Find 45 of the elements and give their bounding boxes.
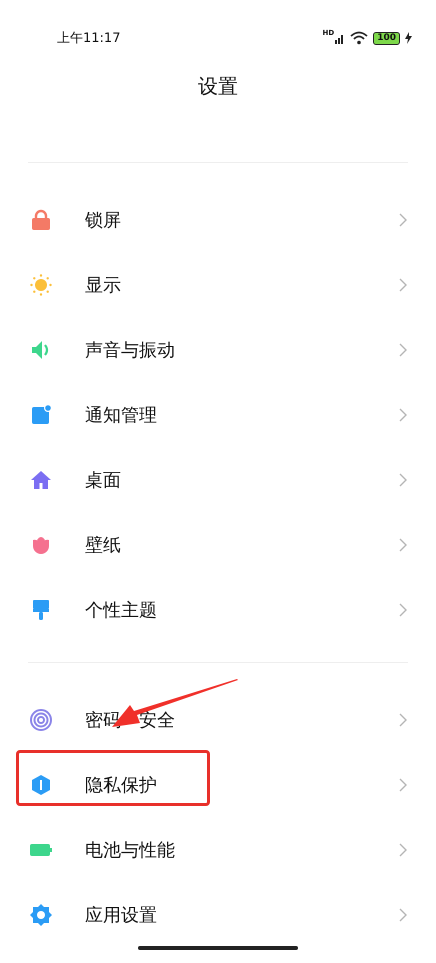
chevron-right-icon <box>399 278 407 292</box>
chevron-right-icon <box>399 712 407 726</box>
sun-icon <box>29 272 53 296</box>
item-label: 桌面 <box>85 468 121 492</box>
settings-item[interactable]: 锁屏 <box>0 187 436 252</box>
item-label: 声音与振动 <box>85 338 175 362</box>
item-label: 隐私保护 <box>85 774 157 796</box>
item-label: 壁纸 <box>85 534 121 556</box>
chevron-right-icon <box>399 908 407 922</box>
settings-item[interactable]: 隐私保护 <box>0 752 436 817</box>
settings-item[interactable]: 通知管理 <box>0 382 436 447</box>
chevron-right-icon <box>399 212 407 226</box>
page-title: 设置 <box>198 76 238 96</box>
chevron-right-icon <box>399 842 407 856</box>
item-label: 显示 <box>85 274 121 296</box>
chevron-right-icon <box>399 778 407 792</box>
settings-item[interactable]: 声音与振动 <box>0 317 436 382</box>
status-time: 上午11:17 <box>57 30 120 47</box>
notification-icon <box>29 402 53 426</box>
item-label: 锁屏 <box>85 208 121 232</box>
gear-icon <box>29 902 53 926</box>
settings-item[interactable]: 个性主题 <box>0 577 436 642</box>
chevron-right-icon <box>399 408 407 422</box>
wifi-icon <box>350 31 368 45</box>
settings-item[interactable]: 壁纸 <box>0 512 436 577</box>
item-label: 电池与性能 <box>85 838 175 862</box>
battery-indicator: 100 <box>373 32 400 44</box>
settings-item[interactable]: 显示 <box>0 252 436 317</box>
chevron-right-icon <box>399 602 407 616</box>
settings-item[interactable]: 桌面 <box>0 447 436 512</box>
settings-item[interactable]: 电池与性能 <box>0 817 436 882</box>
chevron-right-icon <box>399 538 407 552</box>
chevron-right-icon <box>399 342 407 356</box>
settings-item[interactable]: 应用设置 <box>0 882 436 947</box>
shield-icon <box>29 772 53 796</box>
signal-icon <box>335 32 346 44</box>
home-indicator[interactable] <box>138 946 298 950</box>
item-label: 通知管理 <box>85 404 157 426</box>
chevron-right-icon <box>399 472 407 486</box>
fingerprint-icon <box>29 708 53 732</box>
item-label: 个性主题 <box>85 598 157 622</box>
item-label: 安全 <box>139 708 175 732</box>
charging-icon <box>405 32 412 44</box>
lock-icon <box>29 208 53 232</box>
item-label: 应用设置 <box>85 904 157 926</box>
